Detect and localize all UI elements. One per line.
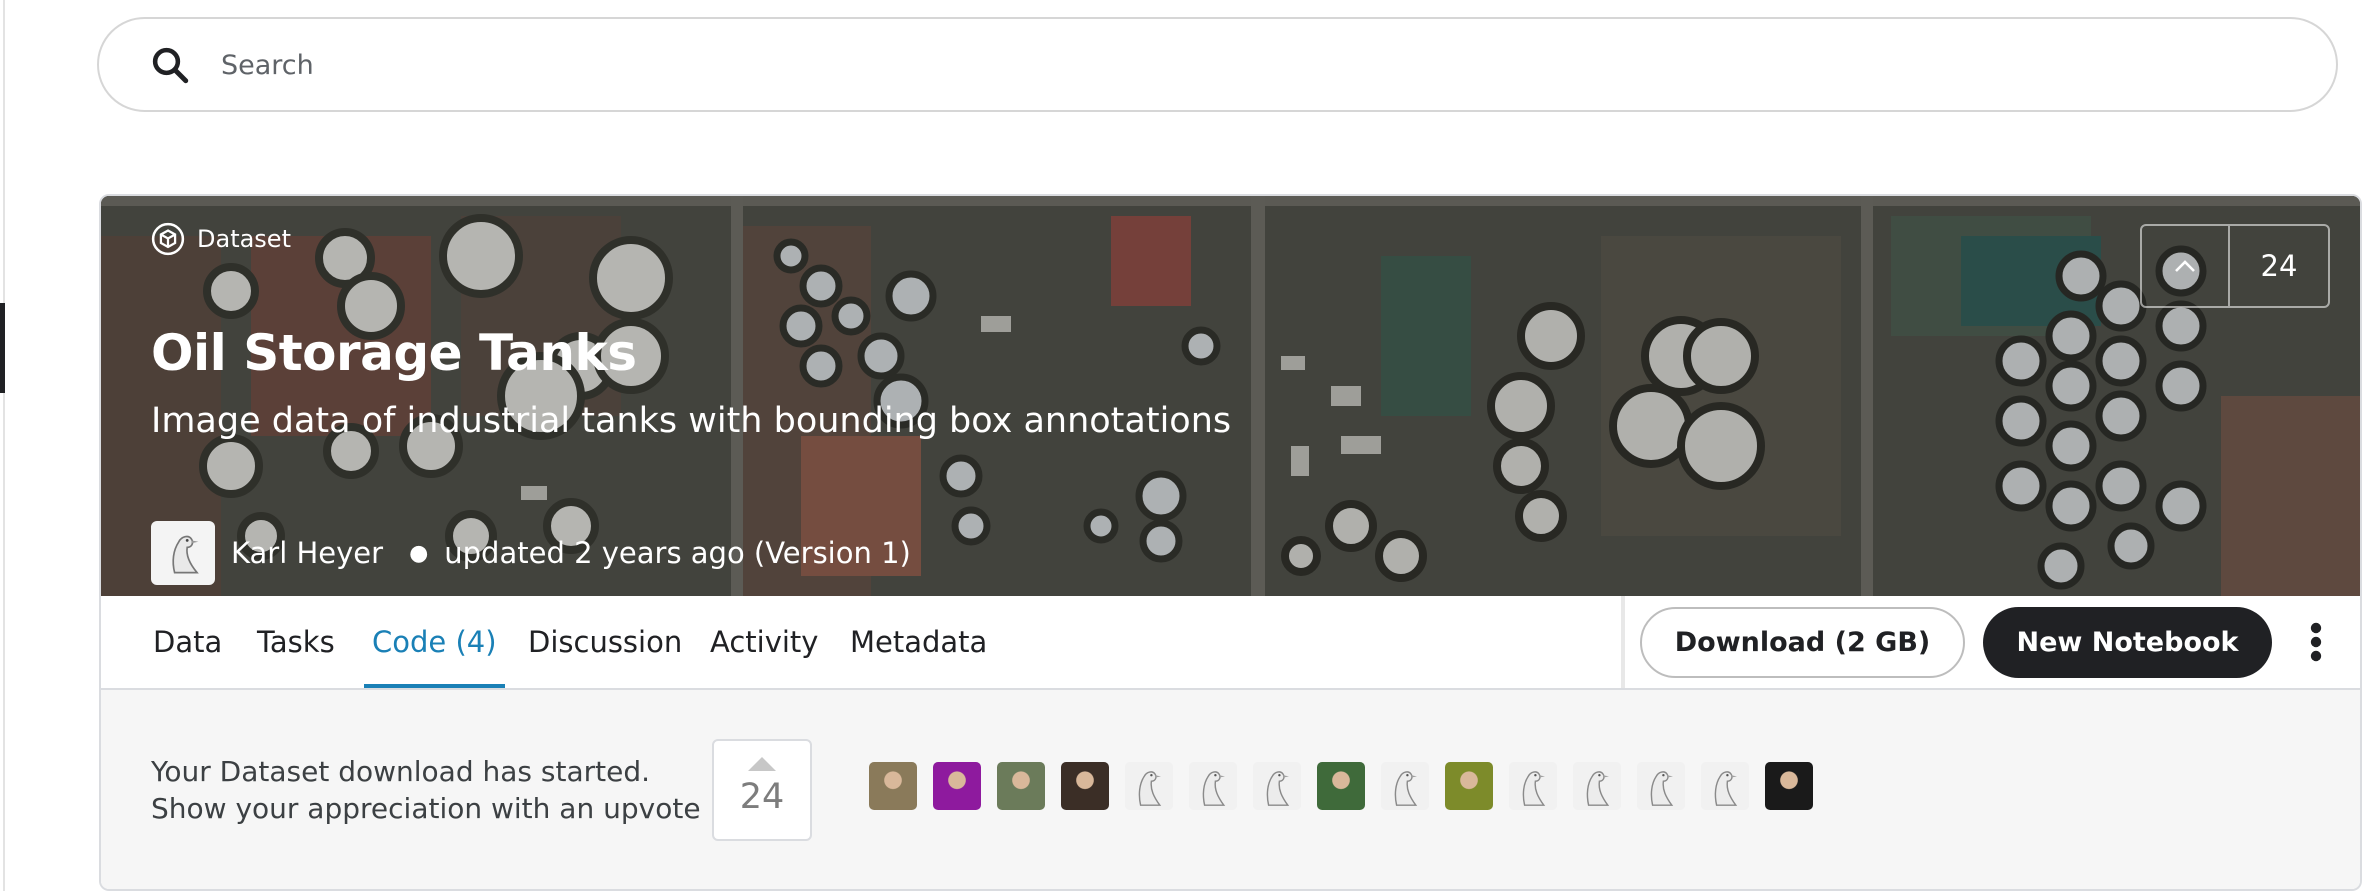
upvote-button[interactable] — [2142, 226, 2230, 306]
voter-avatar[interactable] — [1765, 762, 1813, 810]
updated-text: updated 2 years ago (Version 1) — [444, 536, 911, 570]
tab-tasks[interactable]: Tasks — [257, 596, 335, 688]
tab-activity[interactable]: Activity — [710, 596, 818, 688]
tab-metadata[interactable]: Metadata — [850, 596, 987, 688]
voter-avatar-goose-icon[interactable] — [1509, 762, 1557, 810]
voter-avatar-goose-icon[interactable] — [1701, 762, 1749, 810]
more-options-icon[interactable] — [2306, 620, 2326, 664]
voter-avatar-goose-icon[interactable] — [1573, 762, 1621, 810]
upvote-count: 24 — [2260, 249, 2298, 283]
goose-icon — [172, 535, 199, 574]
search-icon — [152, 47, 189, 84]
new-notebook-button[interactable]: New Notebook — [1983, 607, 2272, 678]
author-avatar[interactable] — [151, 521, 215, 585]
upvote-box-count: 24 — [739, 777, 785, 817]
download-message: Your Dataset download has started. Show … — [151, 753, 701, 827]
voter-avatar[interactable] — [869, 762, 917, 810]
voter-avatar-goose-icon[interactable] — [1637, 762, 1685, 810]
dataset-title: Oil Storage Tanks — [151, 324, 637, 382]
download-button[interactable]: Download (2 GB) — [1640, 607, 1965, 678]
voter-avatars — [869, 762, 1813, 810]
chevron-up-icon — [2175, 260, 2195, 272]
tab-discussion[interactable]: Discussion — [528, 596, 682, 688]
upvote-control[interactable]: 24 — [2140, 224, 2330, 308]
voter-avatar[interactable] — [933, 762, 981, 810]
dataset-icon — [151, 222, 185, 256]
download-started-text: Your Dataset download has started. — [151, 755, 651, 788]
left-nav-rail — [0, 0, 5, 891]
actions-divider — [1621, 596, 1625, 688]
dataset-subtitle: Image data of industrial tanks with boun… — [151, 401, 1232, 441]
dataset-header-banner: Dataset Oil Storage Tanks Image data of … — [101, 196, 2360, 596]
author-name[interactable]: Karl Heyer — [231, 536, 383, 570]
download-started-panel: Your Dataset download has started. Show … — [101, 690, 2360, 889]
voter-avatar-goose-icon[interactable] — [1189, 762, 1237, 810]
upvote-box[interactable]: 24 — [712, 739, 812, 841]
dataset-type-badge: Dataset — [151, 222, 291, 256]
dataset-card: Dataset Oil Storage Tanks Image data of … — [99, 194, 2362, 891]
voter-avatar[interactable] — [997, 762, 1045, 810]
upvote-prompt-text: Show your appreciation with an upvote — [151, 792, 701, 825]
voter-avatar-goose-icon[interactable] — [1253, 762, 1301, 810]
voter-avatar-goose-icon[interactable] — [1125, 762, 1173, 810]
separator-dot: ● — [409, 540, 429, 566]
dataset-author-line: Karl Heyer ● updated 2 years ago (Versio… — [151, 521, 911, 585]
voter-avatar[interactable] — [1061, 762, 1109, 810]
voter-avatar[interactable] — [1317, 762, 1365, 810]
upvote-triangle-icon[interactable] — [748, 757, 776, 771]
left-nav-active-marker — [0, 303, 5, 393]
tab-data[interactable]: Data — [153, 596, 222, 688]
tab-code[interactable]: Code (4) — [364, 596, 505, 688]
search-bar[interactable] — [97, 17, 2338, 112]
dataset-type-label: Dataset — [197, 225, 291, 253]
voter-avatar[interactable] — [1445, 762, 1493, 810]
search-input[interactable] — [219, 39, 2299, 91]
voter-avatar-goose-icon[interactable] — [1381, 762, 1429, 810]
dataset-tab-bar: Data Tasks Code (4) Discussion Activity … — [101, 596, 2360, 690]
